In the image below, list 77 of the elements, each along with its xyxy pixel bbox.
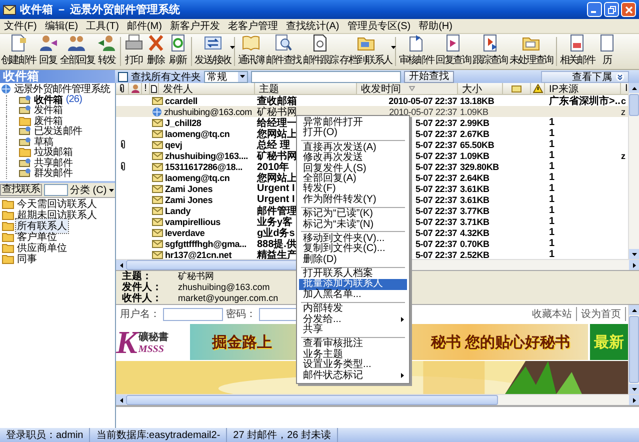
field-label: 主题： (122, 271, 153, 282)
size-cell: 2.52KB (460, 250, 490, 259)
size-cell: 2.64KB (460, 172, 490, 182)
field-value: zhushuibing@163.com (178, 282, 271, 293)
time-cell: 2010-05-07 22:37 (388, 96, 457, 106)
size-cell: 329.80KB (460, 162, 499, 172)
subject-cell: 业务y客 (257, 216, 293, 228)
field-label: 发件人： (122, 282, 163, 293)
ip-cell: 1 (549, 183, 555, 194)
checkbox-label: 查找所有文件夹 (131, 70, 201, 84)
ip-cell: 广东省深圳市>... (549, 96, 621, 106)
ip-cell: 1 (549, 216, 555, 227)
ip-cell: 1 (549, 161, 555, 172)
subject-cell: 您网站上 (257, 172, 297, 184)
ip-cell: 1 (549, 249, 555, 259)
subject-cell: g业d务s (257, 228, 295, 238)
time-cell: 5-07 22:37 (415, 194, 457, 204)
ip-cell: 1 (549, 150, 555, 161)
subject-cell: 查收邮箱 (257, 96, 297, 106)
ip-cell: 1 (549, 139, 555, 150)
subject-cell: 矿秘书网 (257, 106, 297, 118)
size-cell: 3.71KB (460, 216, 490, 226)
time-cell: 5-07 22:37 (415, 162, 457, 172)
ip-cell: 1 (549, 205, 555, 216)
size-cell: 3.61KB (460, 194, 490, 204)
ip-cell: 1 (549, 227, 555, 238)
table-cell: z (621, 150, 626, 160)
ip-cell: 1 (549, 117, 555, 128)
time-cell: 5-07 22:37 (415, 128, 457, 138)
subject-cell: 您网站上 (257, 128, 297, 140)
size-cell: 1.09KB (460, 106, 488, 116)
size-cell: 3.61KB (460, 184, 490, 194)
status-text: 当前数据库:easytrademail2- (90, 428, 228, 442)
size-cell: 0.70KB (460, 238, 490, 248)
table-cell: c (621, 96, 626, 106)
field-value: market@younger.com.cn (178, 293, 278, 304)
time-cell: 5-07 22:37 (415, 216, 457, 226)
size-cell: 4.32KB (460, 228, 490, 238)
time-cell: 5-07 22:37 (415, 238, 457, 248)
subject-cell: Urgent I (257, 183, 295, 194)
window-title: 收件箱 － 远景外贸邮件管理系统 (20, 2, 180, 17)
ip-cell: 1 (549, 172, 555, 183)
status-text: 登录职员：admin (0, 428, 90, 442)
subject-cell: 总经 理 (257, 140, 290, 150)
time-cell: 5-07 22:37 (415, 228, 457, 238)
status-text: 27 封邮件，26 封未读 (227, 428, 338, 442)
password-label: 密码： (226, 308, 256, 321)
subject-cell: 888提.供 (257, 238, 296, 250)
time-cell: 5-07 22:37 (415, 140, 457, 150)
time-cell: 5-07 22:37 (415, 184, 457, 194)
field-label: 收件人： (122, 293, 163, 304)
ip-cell: 1 (549, 128, 555, 139)
subject-cell: 精益生产 (257, 250, 297, 259)
time-cell: 5-07 22:37 (415, 250, 457, 259)
time-cell: 5-07 22:37 (415, 206, 457, 216)
time-cell: 5-07 22:37 (415, 118, 457, 128)
size-cell: 2.99KB (460, 118, 490, 128)
field-value: 矿秘书网 (178, 271, 215, 282)
ip-cell: 1 (549, 194, 555, 205)
ip-cell: 1 (549, 238, 555, 249)
username-label: 用户名： (120, 308, 160, 321)
unread-count: (26) (66, 94, 82, 106)
subject-cell: 邮件管理 (257, 206, 297, 216)
size-cell: 3.77KB (460, 206, 490, 216)
time-cell: 2010-05-07 22:37 (389, 106, 457, 116)
size-cell: 2.67KB (460, 128, 490, 138)
banner-badge: 最新 (590, 324, 628, 360)
subject-cell: Urgent I (257, 194, 295, 205)
size-cell: 1.09KB (460, 150, 490, 160)
table-cell: z (621, 106, 626, 116)
panel-title: 收件箱 (0, 70, 115, 83)
subject-cell: 矿秘书网 (257, 150, 297, 162)
time-cell: 5-07 22:37 (415, 172, 457, 182)
size-cell: 13.18KB (460, 96, 494, 106)
size-cell: 65.50KB (460, 140, 494, 150)
time-cell: 5-07 22:37 (415, 150, 457, 160)
subject-cell: 2010年 (257, 162, 290, 172)
